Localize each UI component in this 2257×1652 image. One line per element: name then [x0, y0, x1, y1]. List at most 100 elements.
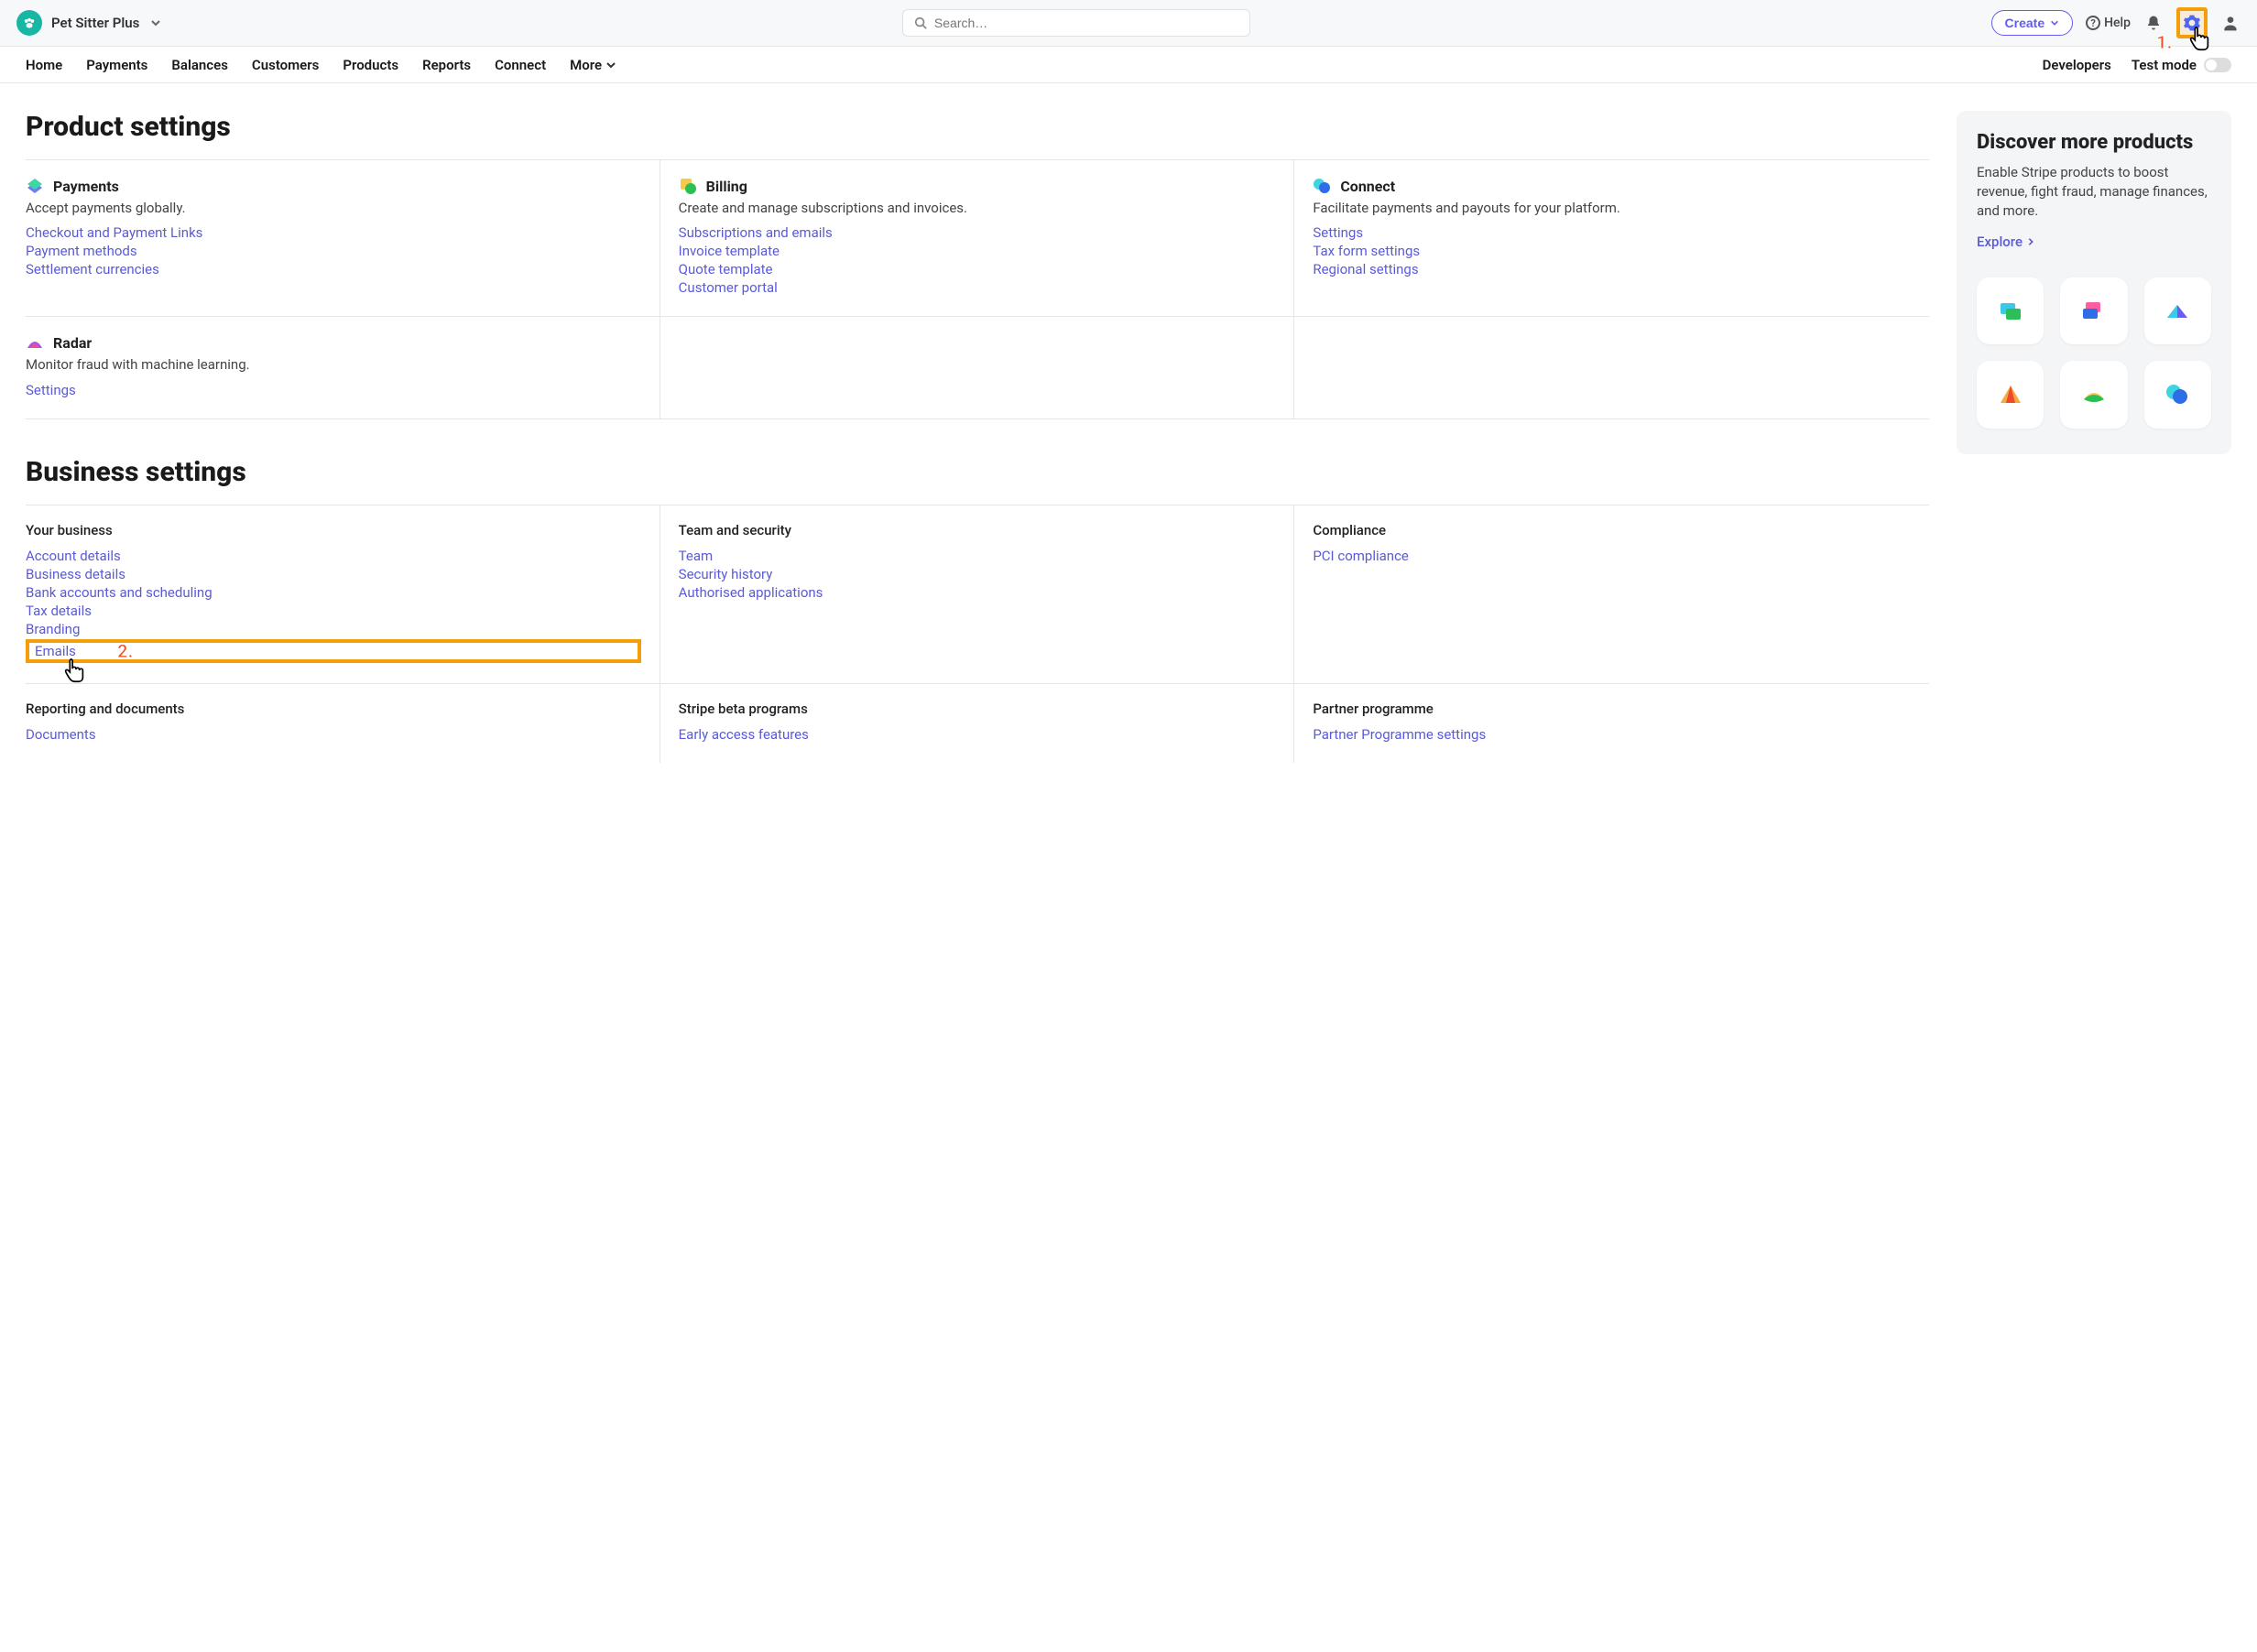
nav-reports[interactable]: Reports — [422, 48, 471, 82]
link-business-details[interactable]: Business details — [26, 566, 641, 582]
cell-title: Your business — [26, 522, 641, 538]
link-radar-settings[interactable]: Settings — [26, 382, 641, 398]
chevron-right-icon — [2026, 237, 2035, 246]
create-label: Create — [2005, 16, 2045, 30]
product-payments-cell: Payments Accept payments globally. Check… — [26, 160, 660, 317]
product-tile[interactable] — [2060, 361, 2127, 428]
nav-connect[interactable]: Connect — [495, 48, 546, 82]
link-settlement-currencies[interactable]: Settlement currencies — [26, 261, 641, 277]
link-checkout[interactable]: Checkout and Payment Links — [26, 224, 641, 241]
link-tax-details[interactable]: Tax details — [26, 603, 641, 619]
link-authorised-apps[interactable]: Authorised applications — [679, 584, 1276, 601]
link-pci-compliance[interactable]: PCI compliance — [1313, 548, 1911, 564]
account-switcher[interactable]: Pet Sitter Plus — [16, 10, 161, 36]
toggle-switch-icon — [2204, 58, 2231, 72]
product-title: Connect — [1340, 178, 1395, 195]
chevron-down-icon — [2050, 18, 2059, 27]
nav-customers[interactable]: Customers — [252, 48, 319, 82]
help-link[interactable]: ? Help — [2086, 16, 2131, 30]
reporting-cell: Reporting and documents Documents — [26, 684, 660, 763]
test-mode-toggle[interactable]: Test mode — [2132, 48, 2231, 82]
nav-home[interactable]: Home — [26, 48, 62, 82]
cell-title: Reporting and documents — [26, 701, 641, 717]
create-button[interactable]: Create — [1991, 10, 2074, 36]
nav-products[interactable]: Products — [343, 48, 398, 82]
link-documents[interactable]: Documents — [26, 726, 641, 743]
product-tile[interactable] — [1977, 277, 2044, 344]
link-invoice-template[interactable]: Invoice template — [679, 243, 1276, 259]
product-billing-cell: Billing Create and manage subscriptions … — [660, 160, 1295, 317]
annotation-step-2: Emails 2. — [26, 639, 641, 663]
beta-cell: Stripe beta programs Early access featur… — [660, 684, 1295, 763]
compliance-cell: Compliance PCI compliance — [1294, 505, 1929, 684]
product-desc: Monitor fraud with machine learning. — [26, 355, 641, 374]
payments-icon — [26, 177, 44, 195]
product-settings-grid: Payments Accept payments globally. Check… — [26, 159, 1929, 419]
link-subscriptions-emails[interactable]: Subscriptions and emails — [679, 224, 1276, 241]
product-tile-icon — [2164, 299, 2191, 323]
product-tile[interactable] — [2144, 361, 2211, 428]
annotation-2-label: 2. — [117, 640, 133, 662]
notifications-button[interactable] — [2143, 13, 2164, 33]
your-business-cell: Your business Account details Business d… — [26, 505, 660, 684]
link-tax-form-settings[interactable]: Tax form settings — [1313, 243, 1911, 259]
billing-icon — [679, 177, 697, 195]
help-icon: ? — [2086, 16, 2100, 30]
discover-desc: Enable Stripe products to boost revenue,… — [1977, 163, 2211, 221]
cell-title: Compliance — [1313, 522, 1911, 538]
explore-link[interactable]: Explore — [1977, 234, 2211, 250]
product-tile[interactable] — [2060, 277, 2127, 344]
nav-more[interactable]: More — [570, 48, 616, 82]
chevron-down-icon — [605, 60, 616, 71]
link-team[interactable]: Team — [679, 548, 1276, 564]
chevron-down-icon — [150, 17, 161, 28]
empty-cell — [660, 317, 1295, 418]
bell-icon — [2145, 15, 2162, 31]
nav-balances[interactable]: Balances — [171, 48, 228, 82]
product-tile-icon — [2080, 299, 2108, 323]
brand-name: Pet Sitter Plus — [51, 15, 139, 31]
product-tile[interactable] — [1977, 361, 2044, 428]
product-title: Billing — [706, 178, 747, 195]
link-partner-settings[interactable]: Partner Programme settings — [1313, 726, 1911, 743]
nav-developers[interactable]: Developers — [2043, 48, 2111, 82]
partner-cell: Partner programme Partner Programme sett… — [1294, 684, 1929, 763]
business-settings-grid: Your business Account details Business d… — [26, 505, 1929, 763]
empty-cell — [1294, 317, 1929, 418]
search-field[interactable] — [934, 16, 1238, 30]
link-security-history[interactable]: Security history — [679, 566, 1276, 582]
brand-logo-icon — [16, 10, 42, 36]
business-settings-title: Business settings — [26, 456, 1929, 488]
discover-sidebar: Discover more products Enable Stripe pro… — [1957, 111, 2231, 454]
cursor-pointer-icon — [60, 656, 88, 687]
connect-icon — [1313, 177, 1331, 195]
link-account-details[interactable]: Account details — [26, 548, 641, 564]
person-icon — [2221, 14, 2240, 32]
product-tile[interactable] — [2144, 277, 2211, 344]
cell-title: Partner programme — [1313, 701, 1911, 717]
top-actions: Create ? Help 1. — [1991, 7, 2241, 38]
nav-payments[interactable]: Payments — [86, 48, 147, 82]
cell-title: Team and security — [679, 522, 1276, 538]
help-label: Help — [2104, 16, 2131, 30]
link-customer-portal[interactable]: Customer portal — [679, 279, 1276, 296]
annotation-step-1: 1. — [2176, 7, 2208, 38]
product-tile-icon — [1997, 299, 2024, 323]
link-bank-accounts[interactable]: Bank accounts and scheduling — [26, 584, 641, 601]
link-branding[interactable]: Branding — [26, 621, 641, 637]
team-security-cell: Team and security Team Security history … — [660, 505, 1295, 684]
profile-button[interactable] — [2220, 13, 2241, 33]
radar-icon — [26, 333, 44, 352]
link-emails[interactable]: Emails — [35, 643, 76, 659]
link-early-access[interactable]: Early access features — [679, 726, 1276, 743]
cell-title: Stripe beta programs — [679, 701, 1276, 717]
search-input[interactable] — [902, 9, 1250, 37]
product-desc: Facilitate payments and payouts for your… — [1313, 199, 1911, 217]
top-bar: Pet Sitter Plus Create ? Help — [0, 0, 2257, 47]
settings-button[interactable] — [2182, 13, 2202, 33]
link-regional-settings[interactable]: Regional settings — [1313, 261, 1911, 277]
link-payment-methods[interactable]: Payment methods — [26, 243, 641, 259]
link-connect-settings[interactable]: Settings — [1313, 224, 1911, 241]
product-tiles — [1977, 277, 2211, 429]
link-quote-template[interactable]: Quote template — [679, 261, 1276, 277]
